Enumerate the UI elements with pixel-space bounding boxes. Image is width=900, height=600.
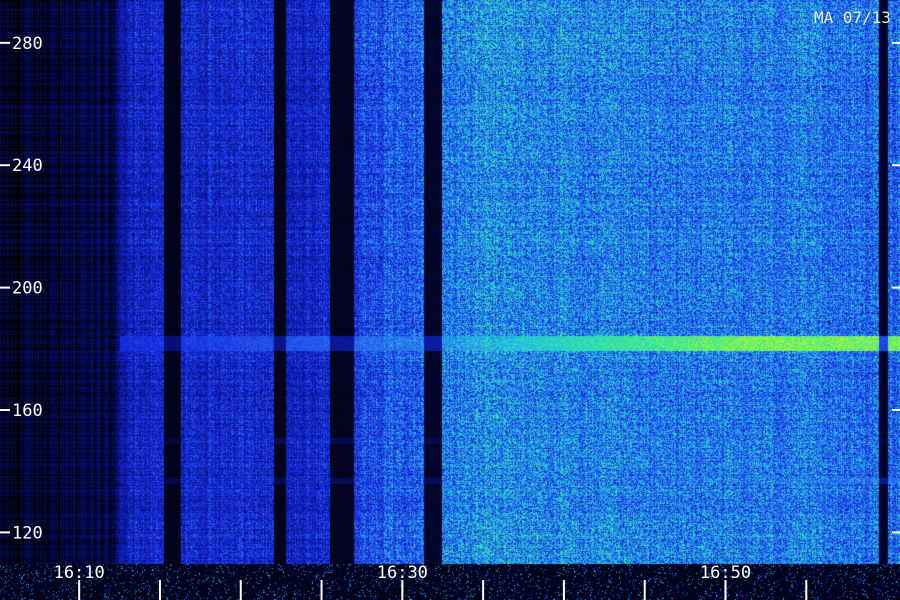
station-date-stamp: MA 07/13 — [814, 8, 891, 27]
y-tick-label: 160 — [12, 401, 43, 421]
y-axis: 280 240 200 160 120 — [0, 34, 900, 543]
y-tick-label: 120 — [12, 523, 43, 543]
x-tick-label: 16:30 — [377, 563, 428, 583]
x-tick-label: 16:50 — [700, 563, 751, 583]
axes-overlay: 280 240 200 160 120 16:10 16:30 16:50 MA 07/13 — [0, 8, 900, 600]
y-tick-label: 240 — [12, 156, 43, 176]
y-tick-label: 280 — [12, 34, 43, 54]
x-axis: 16:10 16:30 16:50 — [54, 563, 808, 600]
x-tick-label: 16:10 — [54, 563, 105, 583]
y-tick-label: 200 — [12, 279, 43, 299]
